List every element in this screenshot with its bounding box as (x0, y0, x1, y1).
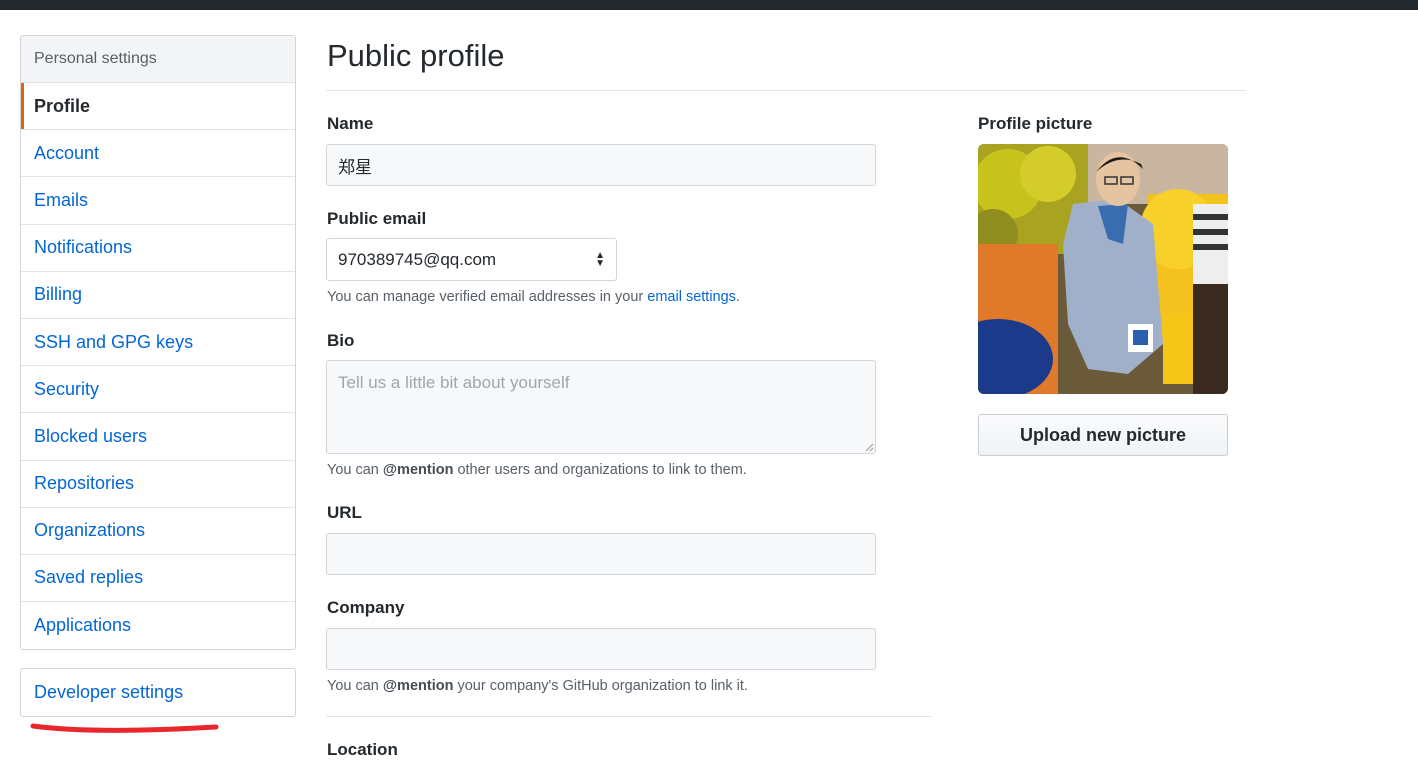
sidebar-item-ssh-gpg-keys[interactable]: SSH and GPG keys (21, 319, 295, 367)
url-field[interactable] (326, 533, 876, 575)
sidebar-item-applications[interactable]: Applications (21, 602, 295, 649)
sidebar-item-developer-settings[interactable]: Developer settings (20, 668, 296, 717)
name-field[interactable]: 郑星 (326, 144, 876, 186)
bio-placeholder: Tell us a little bit about yourself (338, 373, 570, 392)
profile-picture-label: Profile picture (978, 114, 1093, 133)
public-email-value: 970389745@qq.com (338, 249, 497, 269)
title-divider (326, 90, 1246, 91)
name-label: Name (327, 114, 374, 133)
sidebar-item-security[interactable]: Security (21, 366, 295, 414)
bio-label: Bio (327, 331, 355, 350)
sidebar-item-repositories[interactable]: Repositories (21, 461, 295, 508)
avatar (978, 144, 1228, 394)
sidebar-item-profile[interactable]: Profile (21, 83, 295, 131)
sidebar-item-emails[interactable]: Emails (21, 177, 295, 225)
upload-new-picture-button[interactable]: Upload new picture (978, 414, 1228, 456)
sidebar-item-notifications[interactable]: Notifications (21, 225, 295, 272)
top-header-bar (0, 0, 1418, 10)
sidebar-item-saved-replies[interactable]: Saved replies (21, 555, 295, 603)
sidebar-item-blocked-users[interactable]: Blocked users (21, 413, 295, 461)
public-email-label: Public email (327, 209, 427, 228)
public-email-select[interactable]: 970389745@qq.com ▲ ▼ (326, 238, 617, 281)
name-value: 郑星 (338, 157, 372, 177)
public-email-note: You can manage verified email addresses … (327, 289, 740, 305)
bio-textarea[interactable]: Tell us a little bit about yourself (326, 360, 876, 454)
select-arrows-icon: ▲ ▼ (595, 249, 605, 269)
profile-photo-image (978, 144, 1228, 394)
red-annotation-underline (30, 723, 219, 733)
email-settings-link[interactable]: email settings (647, 289, 736, 305)
bio-note: You can @mention other users and organiz… (327, 462, 747, 478)
company-note: You can @mention your company's GitHub o… (327, 678, 748, 694)
location-label: Location (327, 740, 398, 759)
company-field[interactable] (326, 628, 876, 670)
section-divider (326, 716, 931, 717)
sidebar-item-billing[interactable]: Billing (21, 272, 295, 319)
resize-grip-icon[interactable] (864, 442, 874, 452)
sidebar-item-account[interactable]: Account (21, 130, 295, 178)
sidebar-item-organizations[interactable]: Organizations (21, 508, 295, 555)
url-label: URL (327, 503, 362, 522)
menu-heading: Personal settings (21, 36, 295, 83)
company-label: Company (327, 598, 405, 617)
page-title: Public profile (327, 38, 505, 73)
personal-settings-menu: Personal settings Profile Account Emails… (20, 35, 296, 651)
